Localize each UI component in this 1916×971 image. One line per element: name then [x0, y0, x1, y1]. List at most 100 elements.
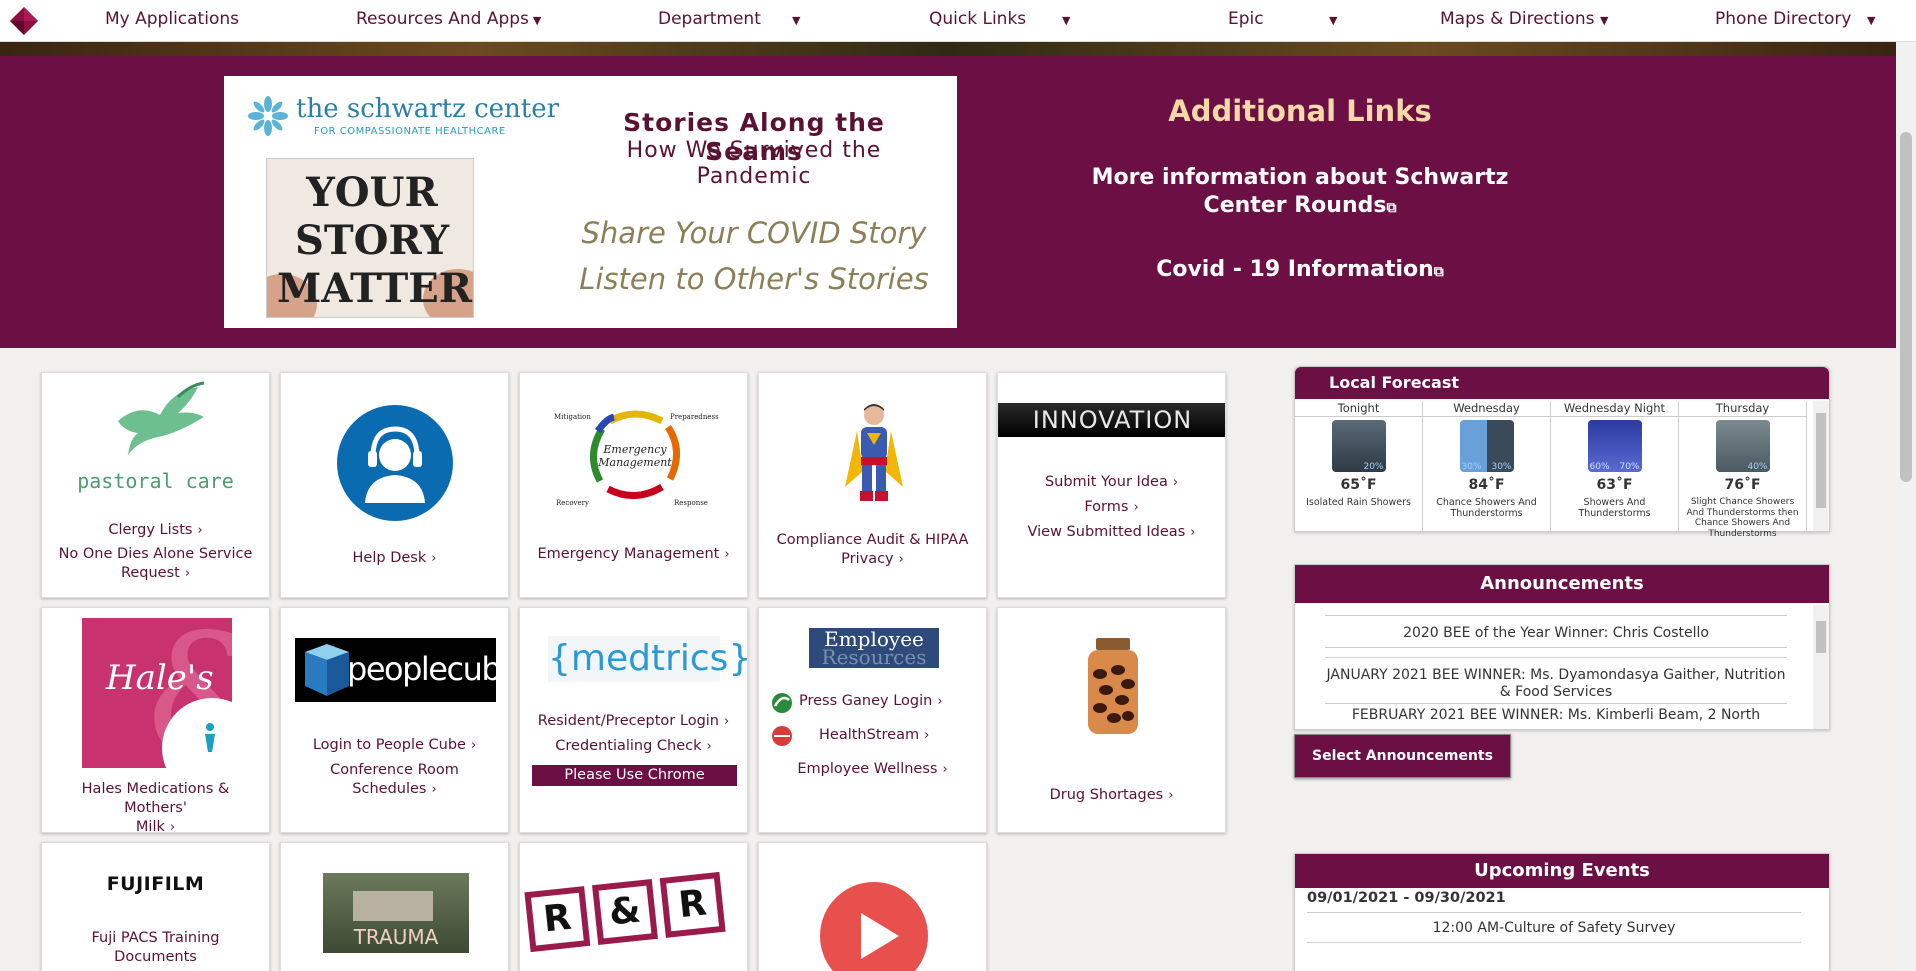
- forecast-scrollbar[interactable]: [1813, 401, 1829, 531]
- forecast-title: Local Forecast: [1295, 367, 1829, 399]
- tile-trauma[interactable]: TRAUMA: [280, 842, 509, 971]
- announcement-item[interactable]: 2020 BEE of the Year Winner: Chris Coste…: [1325, 625, 1787, 642]
- link-text: Milk: [135, 819, 165, 833]
- caret-down-icon[interactable]: ▼: [1062, 14, 1070, 27]
- home-logo-icon[interactable]: [8, 5, 40, 37]
- nav-maps-directions[interactable]: Maps & Directions: [1440, 9, 1594, 29]
- view-ideas-link[interactable]: View Submitted Ideas ›: [998, 523, 1225, 542]
- fuji-pacs-link[interactable]: Fuji PACS Training Documents›: [42, 929, 269, 971]
- r-letter-tile: R: [524, 886, 591, 953]
- nav-label: Epic: [1228, 9, 1264, 29]
- announcements-scrollbar-thumb[interactable]: [1816, 621, 1826, 653]
- link-text: Request: [120, 565, 180, 581]
- drug-shortages-link[interactable]: Drug Shortages ›: [998, 786, 1225, 805]
- covid-info-link[interactable]: Covid - 19 Information⧉: [1080, 256, 1520, 286]
- headset-support-icon: [337, 405, 453, 521]
- credentialing-check-link[interactable]: Credentialing Check ›: [520, 737, 747, 756]
- page-scrollbar[interactable]: [1896, 42, 1916, 971]
- emergency-cycle-diagram-icon: Emergency Management Mitigation Prepared…: [554, 410, 719, 507]
- chevron-right-icon: ›: [1133, 500, 1139, 515]
- person-icon: [205, 723, 215, 752]
- divider: [1325, 647, 1787, 648]
- caret-down-icon[interactable]: ▼: [1867, 14, 1875, 27]
- link-line: More information about Schwartz: [1091, 165, 1509, 190]
- press-ganey-link[interactable]: Press Ganey Login ›: [799, 692, 943, 711]
- divider: [1325, 615, 1787, 616]
- schwartz-promo-image[interactable]: the schwartz center FOR COMPASSIONATE HE…: [224, 76, 957, 328]
- nav-epic[interactable]: Epic: [1228, 9, 1264, 29]
- emergency-management-link[interactable]: Emergency Management ›: [520, 545, 747, 564]
- link-text: Forms: [1084, 499, 1129, 515]
- link-text: Submit Your Idea: [1044, 474, 1168, 490]
- divider: [1307, 942, 1801, 943]
- amp-letter-tile: &: [592, 879, 658, 945]
- play-button-icon[interactable]: [819, 881, 929, 971]
- forecast-desc: Isolated Rain Showers: [1306, 497, 1411, 508]
- healthstream-link[interactable]: HealthStream ›: [819, 726, 929, 745]
- pastoral-care-logo-text: pastoral care: [77, 469, 234, 493]
- event-date-range: 09/01/2021 - 09/30/2021: [1307, 890, 1506, 906]
- submit-idea-link[interactable]: Submit Your Idea ›: [998, 473, 1225, 492]
- nav-resources-and-apps[interactable]: Resources And Apps ▼: [356, 9, 541, 29]
- em-label: Preparedness: [670, 413, 719, 421]
- announcements-widget: Announcements 2020 BEE of the Year Winne…: [1294, 564, 1830, 730]
- chevron-right-icon: ›: [197, 523, 203, 538]
- forecast-temp: 84˚F: [1468, 477, 1505, 493]
- resident-login-link[interactable]: Resident/Preceptor Login ›: [520, 712, 747, 731]
- top-navigation: My Applications Resources And Apps ▼ Depa…: [0, 0, 1916, 42]
- tile-video[interactable]: [758, 842, 987, 971]
- tile-fuji-pacs[interactable]: FUJIFILM Fuji PACS Training Documents›: [41, 842, 270, 971]
- forecast-day: Thursday 40% 76˚F Slight Chance Showers …: [1679, 401, 1807, 539]
- schwartz-rounds-link[interactable]: More information about Schwartz Center R…: [1080, 164, 1520, 222]
- no-one-dies-alone-link[interactable]: No One Dies Alone Service Request ›: [42, 545, 269, 583]
- forecast-temp: 63˚F: [1596, 477, 1633, 493]
- nav-label: Quick Links: [929, 9, 1027, 29]
- nav-phone-directory[interactable]: Phone Directory: [1715, 9, 1851, 29]
- em-center-text: Emergency: [602, 443, 667, 456]
- forecast-day-name: Wednesday: [1423, 401, 1550, 417]
- help-desk-link[interactable]: Help Desk ›: [281, 549, 508, 568]
- chevron-right-icon: ›: [942, 762, 948, 777]
- precip-chance: 30%: [1491, 462, 1512, 472]
- dove-icon: [118, 381, 205, 455]
- caret-down-icon[interactable]: ▼: [792, 14, 800, 27]
- link-text: Privacy: [841, 551, 894, 567]
- caret-down-icon[interactable]: ▼: [1329, 14, 1337, 27]
- tile-r-and-r[interactable]: R & R: [519, 842, 748, 971]
- precip-chance: 60%: [1589, 462, 1610, 472]
- fujifilm-logo: FUJIFILM: [106, 873, 205, 895]
- caret-down-icon[interactable]: ▼: [1600, 14, 1608, 27]
- tile-emergency-management[interactable]: Emergency Management Mitigation Prepared…: [519, 372, 748, 598]
- tile-links: Clergy Lists › No One Dies Alone Service R…: [42, 521, 269, 583]
- nav-quick-links[interactable]: Quick Links: [929, 9, 1026, 29]
- compliance-audit-link[interactable]: Compliance Audit & HIPAA Privacy ›: [759, 531, 986, 569]
- clergy-lists-link[interactable]: Clergy Lists ›: [42, 521, 269, 540]
- select-announcements-button[interactable]: Select Announcements: [1294, 734, 1511, 778]
- page-scrollbar-thumb[interactable]: [1900, 132, 1912, 482]
- tile-help-desk[interactable]: Help Desk ›: [280, 372, 509, 598]
- upcoming-events-widget: Upcoming Events 09/01/2021 - 09/30/2021 …: [1294, 853, 1830, 971]
- conference-room-link[interactable]: Conference Room Schedules ›: [281, 761, 508, 799]
- hales-medications-link[interactable]: Hales Medications & Mothers' Milk ›: [42, 780, 269, 833]
- press-ganey-icon: [772, 693, 792, 713]
- nav-department[interactable]: Department: [658, 9, 761, 29]
- nav-my-applications[interactable]: My Applications: [105, 9, 239, 29]
- announcement-item[interactable]: FEBRUARY 2021 BEE WINNER: Ms. Kimberli B…: [1325, 707, 1787, 724]
- em-label: Mitigation: [554, 413, 591, 421]
- forecast-day-name: Tonight: [1295, 401, 1422, 417]
- announcement-item[interactable]: JANUARY 2021 BEE WINNER: Ms. Dyamondasya…: [1325, 667, 1787, 701]
- login-peoplecube-link[interactable]: Login to People Cube ›: [281, 736, 508, 755]
- nav-label: Maps & Directions: [1440, 9, 1595, 29]
- chevron-right-icon: ›: [937, 694, 943, 709]
- stories-subtitle: How We Survived the Pandemic: [579, 138, 929, 190]
- tile-drug-shortages[interactable]: Drug Shortages ›: [997, 607, 1226, 833]
- announcements-scrollbar[interactable]: [1813, 605, 1829, 729]
- chevron-right-icon: ›: [898, 552, 904, 567]
- tile-hales-medications[interactable]: & Hale's Hales Medications & Mothers' Mil…: [41, 607, 270, 833]
- forms-link[interactable]: Forms ›: [998, 498, 1225, 517]
- event-item[interactable]: 12:00 AM-Culture of Safety Survey: [1307, 920, 1801, 936]
- employee-wellness-link[interactable]: Employee Wellness ›: [759, 760, 986, 779]
- forecast-scrollbar-thumb[interactable]: [1816, 413, 1826, 508]
- tile-compliance-audit[interactable]: Compliance Audit & HIPAA Privacy ›: [758, 372, 987, 598]
- chevron-right-icon: ›: [1168, 788, 1174, 803]
